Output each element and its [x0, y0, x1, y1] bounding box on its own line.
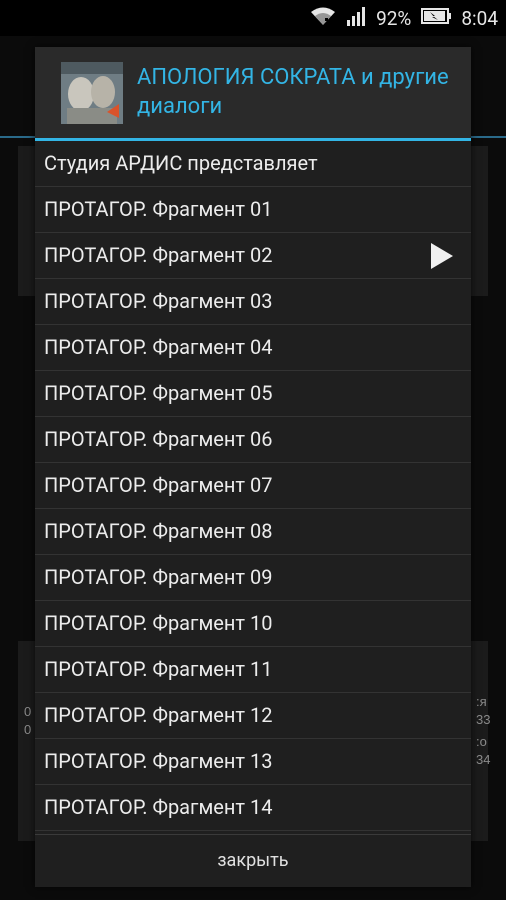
track-list-item[interactable]: ПРОТАГОР. Фрагмент 03: [35, 279, 471, 325]
wifi-icon: [310, 6, 336, 31]
track-list-item[interactable]: ПРОТАГОР. Фрагмент 11: [35, 647, 471, 693]
track-list-item[interactable]: ПРОТАГОР. Фрагмент 01: [35, 187, 471, 233]
track-label: ПРОТАГОР. Фрагмент 13: [44, 749, 273, 773]
track-label: ПРОТАГОР. Фрагмент 05: [44, 381, 273, 405]
track-label: ПРОТАГОР. Фрагмент 12: [44, 703, 273, 727]
track-label: ПРОТАГОР. Фрагмент 01: [44, 197, 273, 221]
track-list-item[interactable]: ПРОТАГОР. Фрагмент 13: [35, 739, 471, 785]
dialog-title: АПОЛОГИЯ СОКРАТА и другие диалоги: [137, 65, 449, 119]
track-label: ПРОТАГОР. Фрагмент 14: [44, 795, 273, 819]
background-text: 0: [24, 704, 32, 719]
track-label: ПРОТАГОР. Фрагмент 09: [44, 565, 273, 589]
background-text: 34: [476, 752, 491, 767]
battery-percent: 92%: [376, 6, 412, 30]
close-button[interactable]: закрыть: [35, 835, 471, 888]
track-list-item[interactable]: ПРОТАГОР. Фрагмент 07: [35, 463, 471, 509]
battery-icon: [421, 7, 452, 30]
track-list-item[interactable]: ПРОТАГОР. Фрагмент 12: [35, 693, 471, 739]
track-list-item[interactable]: ПРОТАГОР. Фрагмент 05: [35, 371, 471, 417]
track-label: ПРОТАГОР. Фрагмент 04: [44, 335, 273, 359]
track-label: Студия АРДИС представляет: [44, 151, 318, 175]
background-text: 33: [476, 712, 491, 727]
track-label: ПРОТАГОР. Фрагмент 11: [44, 657, 273, 681]
background-text: 0: [24, 722, 32, 737]
dialog-footer: закрыть: [35, 834, 471, 888]
clock: 8:04: [461, 6, 498, 30]
track-list-item[interactable]: ПРОТАГОР. Фрагмент 06: [35, 417, 471, 463]
background-text: :я: [476, 694, 487, 709]
track-list-item[interactable]: ПРОТАГОР. Фрагмент 14: [35, 785, 471, 831]
track-list-item[interactable]: ПРОТАГОР. Фрагмент 08: [35, 509, 471, 555]
track-list-item[interactable]: ПРОТАГОР. Фрагмент 04: [35, 325, 471, 371]
album-cover-image: [61, 62, 123, 124]
track-list-item[interactable]: ПРОТАГОР. Фрагмент 02: [35, 233, 471, 279]
dialog-header: АПОЛОГИЯ СОКРАТА и другие диалоги: [35, 47, 471, 138]
play-icon: [431, 243, 453, 269]
track-list-item[interactable]: ПРОТАГОР. Фрагмент 09: [35, 555, 471, 601]
track-list-item[interactable]: ПРОТАГОР. Фрагмент 10: [35, 601, 471, 647]
track-label: ПРОТАГОР. Фрагмент 08: [44, 519, 273, 543]
playlist-dialog: АПОЛОГИЯ СОКРАТА и другие диалоги Студия…: [35, 47, 471, 887]
track-label: ПРОТАГОР. Фрагмент 10: [44, 611, 273, 635]
track-label: ПРОТАГОР. Фрагмент 06: [44, 427, 273, 451]
signal-icon: [346, 6, 366, 31]
track-list-item[interactable]: Студия АРДИС представляет: [35, 141, 471, 187]
track-label: ПРОТАГОР. Фрагмент 02: [44, 243, 273, 267]
track-list: Студия АРДИС представляет ПРОТАГОР. Фрагм…: [35, 141, 471, 831]
status-bar: 92% 8:04: [0, 0, 506, 36]
background-text: :о: [476, 734, 487, 749]
track-label: ПРОТАГОР. Фрагмент 03: [44, 289, 273, 313]
track-label: ПРОТАГОР. Фрагмент 07: [44, 473, 273, 497]
